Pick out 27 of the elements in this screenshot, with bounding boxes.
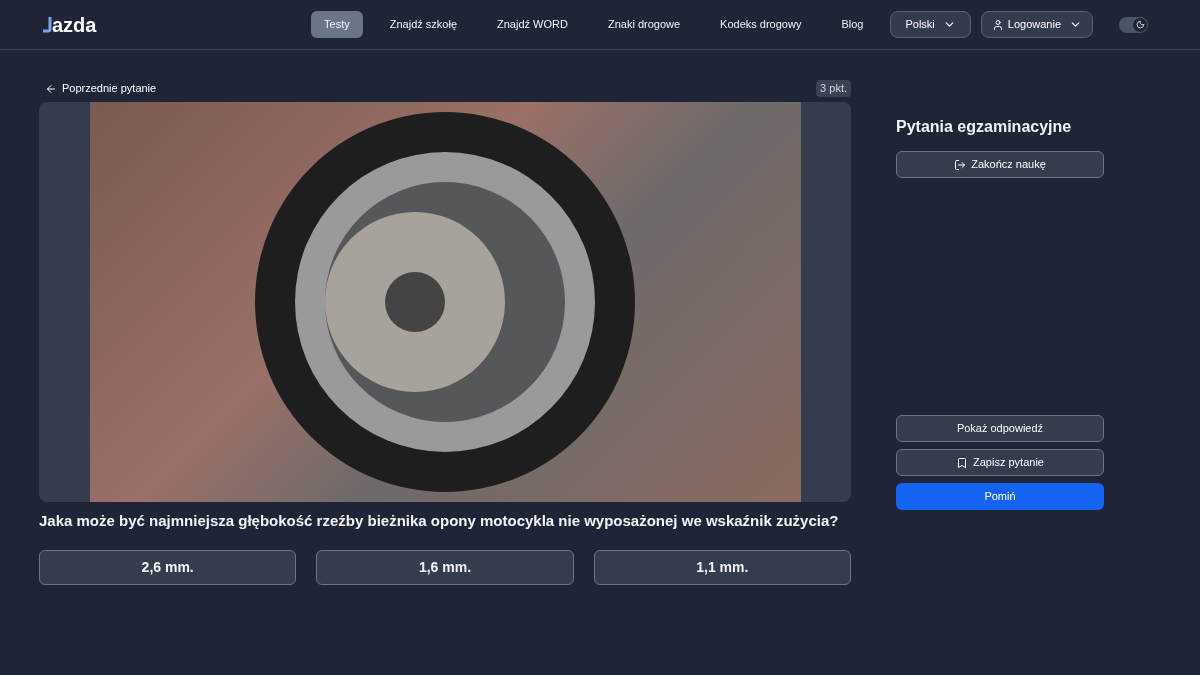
bookmark-icon xyxy=(956,456,969,469)
nav-link[interactable]: Testy xyxy=(311,11,363,38)
nav-link[interactable]: Znaki drogowe xyxy=(594,11,694,38)
login-dropdown[interactable]: Logowanie xyxy=(980,11,1093,38)
language-dropdown[interactable]: Polski xyxy=(890,11,971,38)
skip-button[interactable]: Pomiń xyxy=(896,483,1104,510)
nav-link[interactable]: Blog xyxy=(828,11,877,38)
sidebar-title: Pytania egzaminacyjne xyxy=(896,117,1073,137)
end-study-button[interactable]: Zakończ naukę xyxy=(896,151,1104,178)
answer-button[interactable]: 2,6 mm. xyxy=(39,550,297,585)
moon-icon xyxy=(1135,20,1145,29)
answer-button[interactable]: 1,6 mm. xyxy=(316,550,574,585)
logo-mark-icon xyxy=(42,16,52,33)
arrow-left-icon xyxy=(45,82,57,95)
previous-question-link[interactable]: Poprzednie pytanie xyxy=(45,80,157,97)
user-icon xyxy=(991,18,1004,31)
theme-toggle[interactable] xyxy=(1119,16,1148,33)
nav-link[interactable]: Znajdź szkołę xyxy=(376,11,470,38)
answer-button[interactable]: 1,1 mm. xyxy=(593,550,851,585)
exit-icon xyxy=(954,158,967,171)
points-badge: 3 pkt. xyxy=(816,80,851,97)
save-question-button[interactable]: Zapisz pytanie xyxy=(896,449,1104,476)
show-answer-button[interactable]: Pokaż odpowiedź xyxy=(896,415,1104,442)
nav-link[interactable]: Znajdź WORD xyxy=(484,11,581,38)
question-text: Jaka może być najmniejsza głębokość rzeźby bieżnika opony motocykla nie wyposażonej we wskaźnik zużycia? xyxy=(39,511,840,531)
logo-text[interactable]: azda xyxy=(52,14,97,35)
nav-link[interactable]: Kodeks drogowy xyxy=(707,11,815,38)
